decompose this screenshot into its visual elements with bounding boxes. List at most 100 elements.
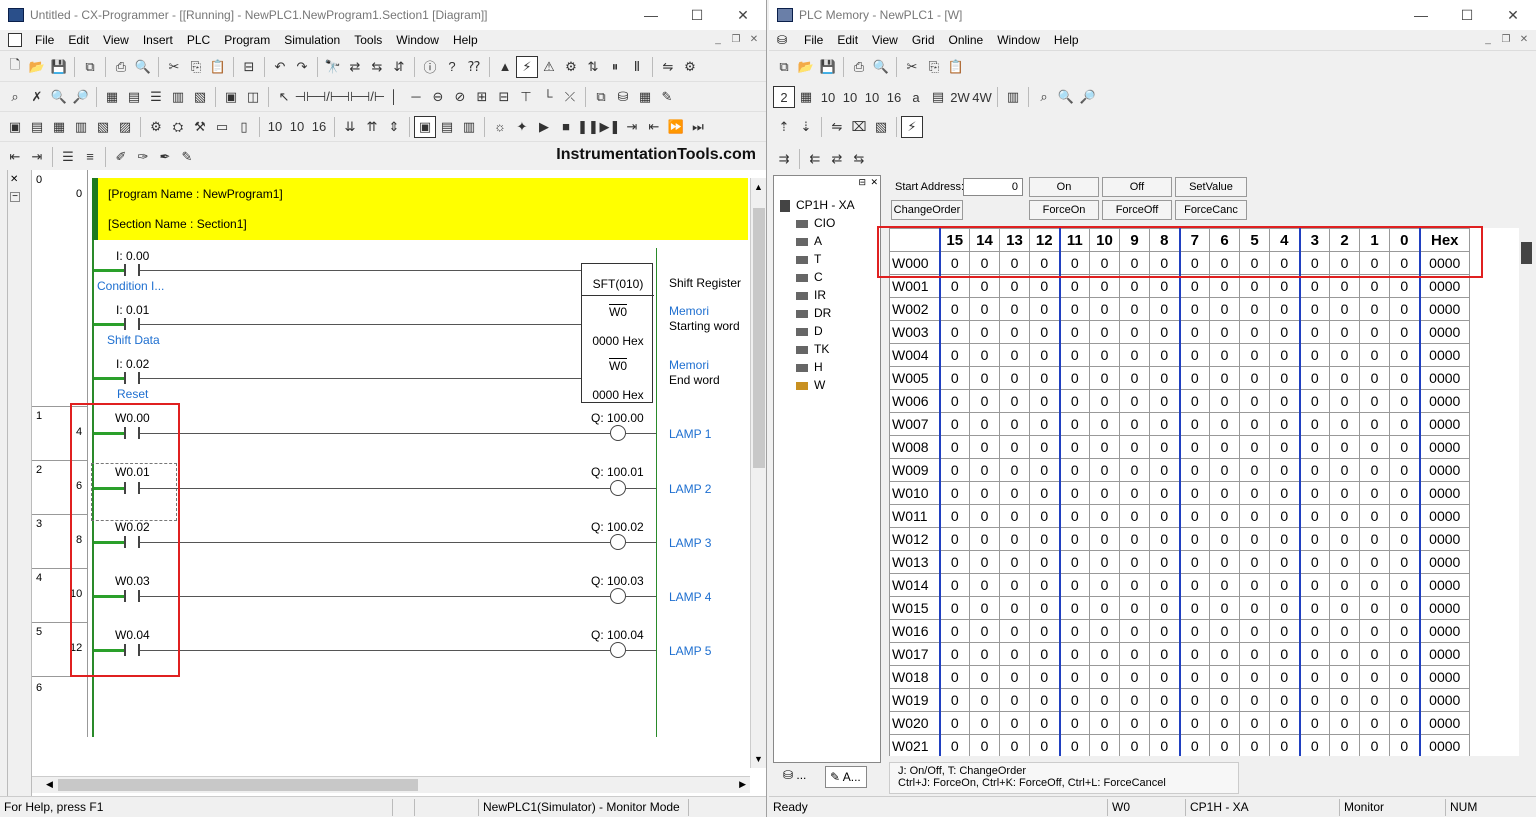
bit-cell[interactable]: 0 — [1329, 297, 1360, 321]
bit-cell[interactable]: 0 — [1209, 504, 1240, 528]
bit-cell[interactable]: 0 — [1029, 527, 1060, 551]
bit-cell[interactable]: 0 — [1178, 550, 1210, 574]
minimize-button[interactable]: — — [628, 0, 674, 30]
line-delete-icon[interactable]: ⤫ — [559, 86, 581, 108]
tool-b-icon[interactable]: ✑ — [132, 146, 154, 168]
sim-break-icon[interactable]: ✦ — [511, 116, 533, 138]
mdi-restore-button[interactable]: ❐ — [728, 33, 744, 47]
play-icon[interactable]: ▶ — [533, 116, 555, 138]
bit-cell[interactable]: 0 — [999, 343, 1030, 367]
scroll-thumb-h[interactable] — [58, 779, 418, 791]
bit-cell[interactable]: 0 — [1149, 573, 1180, 597]
compare-icon[interactable]: ⧉ — [79, 56, 101, 78]
bit-cell[interactable]: 0 — [999, 366, 1030, 390]
bit-cell[interactable]: 0 — [938, 481, 970, 505]
bit-cell[interactable]: 0 — [1149, 665, 1180, 689]
bit-cell[interactable]: 0 — [938, 527, 970, 551]
pt-icon[interactable]: ⊟ — [493, 86, 515, 108]
bit-cell[interactable]: 0 — [1089, 481, 1120, 505]
scroll-thumb[interactable] — [1521, 242, 1532, 264]
diagram-canvas[interactable] — [88, 170, 748, 737]
bit-cell[interactable]: 0 — [1329, 711, 1360, 735]
force-status-icon[interactable]: ⇆ — [848, 148, 870, 170]
pause-sim-icon[interactable]: ❚❚ — [577, 116, 599, 138]
bit-cell[interactable]: 0 — [1209, 389, 1240, 413]
bit-cell[interactable]: 0 — [1329, 389, 1360, 413]
bit-cell[interactable]: 0 — [999, 458, 1030, 482]
bit-cell[interactable]: 0 — [1329, 481, 1360, 505]
toggle-bits-icon[interactable]: ⏸ — [604, 56, 626, 78]
mnemonic-icon[interactable]: ▤ — [26, 116, 48, 138]
tab-address[interactable]: ✎ A... — [825, 766, 867, 788]
four-word-icon[interactable]: 4W — [971, 86, 993, 108]
bit-cell[interactable]: 0 — [1209, 734, 1240, 756]
bit-cell[interactable]: 0 — [1359, 596, 1390, 620]
sim-step-icon[interactable]: ☼ — [489, 116, 511, 138]
step-out-icon[interactable]: ⇤ — [643, 116, 665, 138]
or-no-icon[interactable]: ⊣⊢ — [339, 86, 362, 108]
bit-cell[interactable]: 0 — [1298, 412, 1330, 436]
replace-icon[interactable]: ⇄ — [344, 56, 366, 78]
disk-icon[interactable]: ⛁ — [612, 86, 634, 108]
step-in-icon[interactable]: ⇥ — [621, 116, 643, 138]
stop-icon[interactable]: ■ — [555, 116, 577, 138]
bit-cell[interactable]: 0 — [1149, 435, 1180, 459]
bit-cell[interactable]: 0 — [1239, 412, 1270, 436]
decimal-view-icon[interactable]: 10 — [817, 86, 839, 108]
address-reference-icon[interactable]: ⇵ — [388, 56, 410, 78]
bit-cell[interactable]: 0 — [1269, 389, 1300, 413]
bit-cell[interactable]: 0 — [938, 550, 970, 574]
print-icon[interactable]: ⎙ — [110, 56, 132, 78]
bit-cell[interactable]: 0 — [1269, 619, 1300, 643]
bit-cell[interactable]: 0 — [1058, 550, 1090, 574]
instruction-icon[interactable]: ⊞ — [471, 86, 493, 108]
ct-icon[interactable]: ◫ — [242, 86, 264, 108]
bit-cell[interactable]: 0 — [969, 619, 1000, 643]
bit-cell[interactable]: 0 — [1029, 366, 1060, 390]
bit-cell[interactable]: 0 — [1029, 550, 1060, 574]
bit-cell[interactable]: 0 — [1239, 734, 1270, 756]
menu-window[interactable]: Window — [389, 33, 446, 47]
bit-cell[interactable]: 0 — [1178, 688, 1210, 712]
tree-area-c[interactable]: C — [796, 270, 823, 284]
bit-cell[interactable]: 0 — [1119, 504, 1150, 528]
bit-cell[interactable]: 0 — [938, 734, 970, 756]
hex-16-icon[interactable]: 16 — [308, 116, 330, 138]
off-button[interactable]: Off — [1102, 177, 1172, 197]
transfer-icon[interactable]: ⇅ — [582, 56, 604, 78]
bit-cell[interactable]: 0 — [1359, 642, 1390, 666]
bit-cell[interactable]: 0 — [999, 550, 1030, 574]
bit-cell[interactable]: 0 — [1149, 343, 1180, 367]
mdi-minimize-button[interactable]: _ — [710, 33, 726, 47]
bit-cell[interactable]: 0 — [1058, 619, 1090, 643]
bit-cell[interactable]: 0 — [969, 458, 1000, 482]
find-icon[interactable]: ⌕ — [1033, 86, 1055, 108]
bit-cell[interactable]: 0 — [1359, 343, 1390, 367]
hex-cell[interactable]: 0000 — [1418, 596, 1470, 620]
bit-cell[interactable]: 0 — [1329, 596, 1360, 620]
pin-icon[interactable]: ⊟ — [858, 177, 866, 188]
bit-cell[interactable]: 0 — [1029, 458, 1060, 482]
bit-cell[interactable]: 0 — [1298, 504, 1330, 528]
coil-nc-icon[interactable]: ⊘ — [449, 86, 471, 108]
bit-cell[interactable]: 0 — [1149, 619, 1180, 643]
bit-cell[interactable]: 0 — [1209, 527, 1240, 551]
bit-cell[interactable]: 0 — [1298, 389, 1330, 413]
bit-cell[interactable]: 0 — [938, 343, 970, 367]
bit-cell[interactable]: 0 — [1329, 642, 1360, 666]
fill-icon[interactable]: ▧ — [870, 116, 892, 138]
bit-cell[interactable]: 0 — [999, 573, 1030, 597]
menu-online[interactable]: Online — [942, 33, 991, 47]
scroll-up-icon[interactable]: ▲ — [754, 182, 763, 192]
tree-area-d[interactable]: D — [796, 324, 823, 338]
or-nc-icon[interactable]: ⊣/⊢ — [359, 86, 385, 108]
bit-cell[interactable]: 0 — [1359, 504, 1390, 528]
line-corner-icon[interactable]: └ — [537, 86, 559, 108]
find-icon[interactable]: 🔭 — [322, 56, 344, 78]
hex-cell[interactable]: 0000 — [1418, 297, 1470, 321]
bit-cell[interactable]: 0 — [1178, 573, 1210, 597]
bit-cell[interactable]: 0 — [1089, 711, 1120, 735]
bit-cell[interactable]: 0 — [1239, 297, 1270, 321]
bit-cell[interactable]: 0 — [1058, 711, 1090, 735]
menu-view[interactable]: View — [865, 33, 905, 47]
